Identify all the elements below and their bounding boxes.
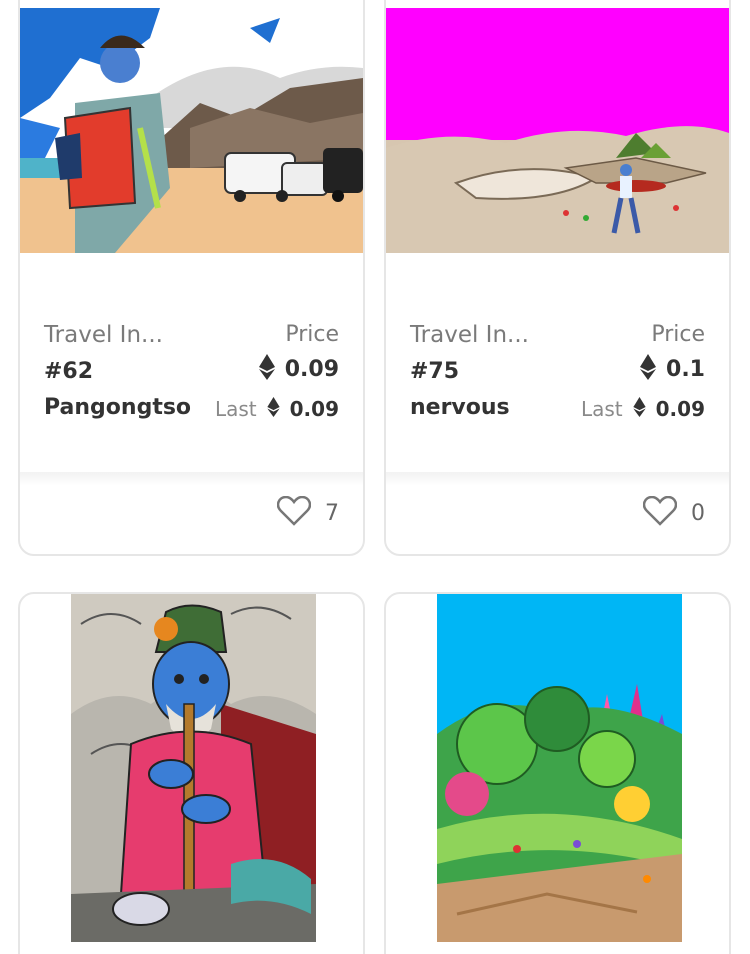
price-row: 0.09 bbox=[258, 354, 339, 384]
ethereum-icon bbox=[258, 354, 275, 384]
price-label: Price bbox=[651, 322, 705, 347]
nft-card-pangongtso[interactable]: Travel In... #62 Pangongtso Price 0.09 L… bbox=[18, 0, 365, 556]
card-divider bbox=[386, 472, 729, 486]
nft-card-nervous[interactable]: Travel In... #75 nervous Price 0.1 Last bbox=[384, 0, 731, 556]
nft-card-garden[interactable] bbox=[384, 592, 731, 954]
likes-row[interactable]: 0 bbox=[642, 495, 705, 530]
nft-info: Travel In... #62 Pangongtso Price 0.09 L… bbox=[20, 322, 363, 432]
nft-thumbnail-pangongtso[interactable] bbox=[20, 8, 363, 253]
last-sale-row: Last 0.09 bbox=[215, 397, 339, 421]
likes-row[interactable]: 7 bbox=[276, 495, 339, 530]
token-id: #75 bbox=[410, 359, 460, 384]
ethereum-icon bbox=[640, 354, 657, 384]
last-sale-value: 0.09 bbox=[289, 397, 339, 421]
nft-thumbnail-flute-player[interactable] bbox=[71, 594, 316, 942]
heart-icon[interactable] bbox=[276, 495, 312, 530]
price-row: 0.1 bbox=[640, 354, 705, 384]
price-label: Price bbox=[285, 322, 339, 347]
card-divider bbox=[20, 472, 363, 486]
price-value: 0.1 bbox=[666, 356, 705, 382]
nft-thumbnail-garden[interactable] bbox=[437, 594, 682, 942]
last-sale-row: Last 0.09 bbox=[581, 397, 705, 421]
token-name[interactable]: Pangongtso bbox=[44, 395, 191, 420]
ethereum-icon bbox=[266, 397, 280, 421]
like-count: 0 bbox=[691, 500, 705, 526]
nft-grid: Travel In... #62 Pangongtso Price 0.09 L… bbox=[0, 0, 750, 954]
heart-icon[interactable] bbox=[642, 495, 678, 530]
nft-card-flute-player[interactable] bbox=[18, 592, 365, 954]
nft-info: Travel In... #75 nervous Price 0.1 Last bbox=[386, 322, 729, 432]
price-value: 0.09 bbox=[284, 356, 339, 382]
nft-thumbnail-nervous[interactable] bbox=[386, 8, 729, 253]
token-name[interactable]: nervous bbox=[410, 395, 510, 420]
like-count: 7 bbox=[325, 500, 339, 526]
ethereum-icon bbox=[632, 397, 646, 421]
collection-name[interactable]: Travel In... bbox=[44, 322, 163, 348]
last-sale-label: Last bbox=[214, 397, 257, 421]
last-sale-label: Last bbox=[580, 397, 623, 421]
collection-name[interactable]: Travel In... bbox=[410, 322, 529, 348]
token-id: #62 bbox=[44, 359, 94, 384]
last-sale-value: 0.09 bbox=[655, 397, 705, 421]
